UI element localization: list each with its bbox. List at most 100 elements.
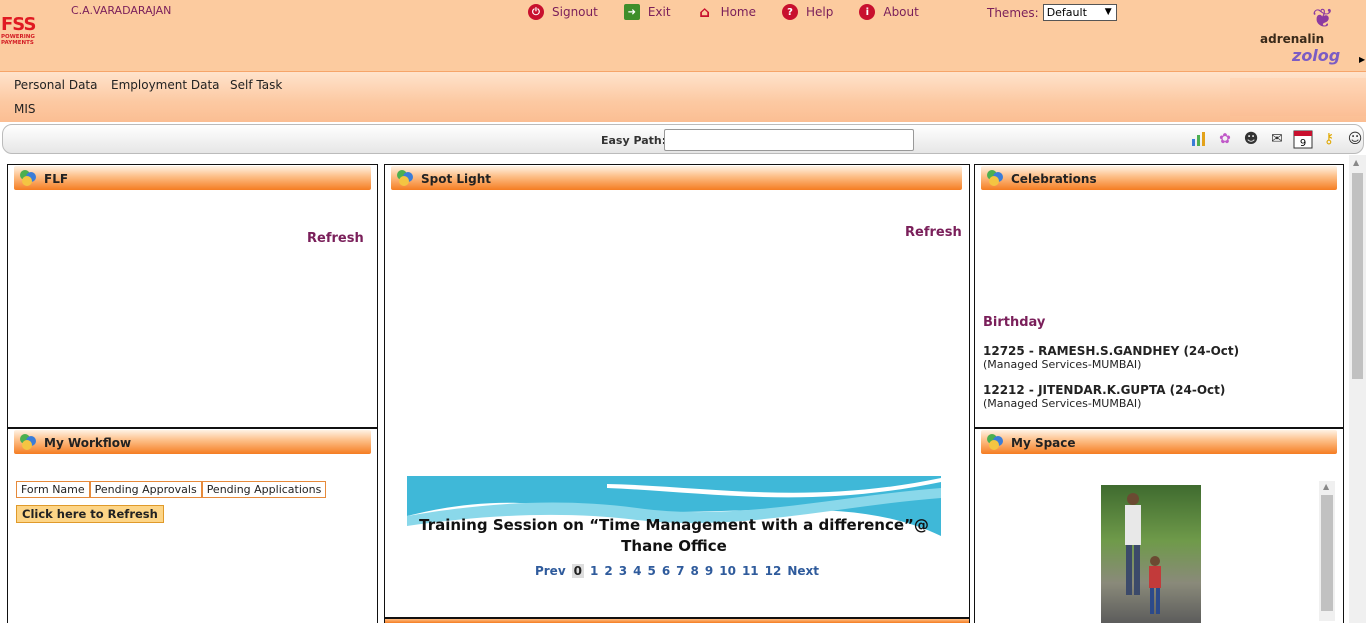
mail-icon[interactable]: ✉ xyxy=(1267,129,1287,149)
widget-icon xyxy=(20,170,36,186)
signout-label: Signout xyxy=(552,5,598,19)
pager-page[interactable]: 6 xyxy=(662,564,670,578)
help-icon: ? xyxy=(782,4,798,20)
chart-icon[interactable] xyxy=(1189,129,1209,149)
myspace-panel: My Space ▲ xyxy=(974,428,1344,623)
expand-arrow-icon[interactable]: ▶ xyxy=(1359,55,1365,64)
scroll-thumb[interactable] xyxy=(1321,495,1333,611)
photo-figures xyxy=(1125,493,1161,614)
pager-page[interactable]: 7 xyxy=(676,564,684,578)
toolbar-icons: ✿ ☻ ✉ 9 ⚷ ☺ xyxy=(1189,129,1366,149)
main-menu: Personal Data Employment Data Self Task … xyxy=(0,71,1366,122)
user-name: C.A.VARADARAJAN xyxy=(71,4,172,17)
user-icon[interactable]: ☺ xyxy=(1345,129,1365,149)
pager-next[interactable]: Next xyxy=(787,564,819,578)
exit-label: Exit xyxy=(647,5,671,19)
themes-select[interactable]: Default ▼ xyxy=(1042,4,1117,21)
top-nav: ⏻ Signout ➜ Exit ⌂ Home ? Help i About xyxy=(528,2,945,22)
banner-line1: Training Session on “Time Management wit… xyxy=(419,516,929,534)
calendar-icon[interactable]: 9 xyxy=(1293,129,1313,149)
menu-self-task[interactable]: Self Task xyxy=(230,78,282,92)
page-scrollbar[interactable]: ▲ xyxy=(1349,155,1366,623)
signout-link[interactable]: ⏻ Signout xyxy=(528,4,598,20)
themes-value: Default xyxy=(1046,6,1087,19)
next-panel-edge xyxy=(384,618,970,623)
scroll-thumb[interactable] xyxy=(1352,173,1363,379)
pager-prev[interactable]: Prev xyxy=(535,564,566,578)
adrenalin-zolog-logo: ❦ adrenalin zolog xyxy=(1258,4,1358,66)
workflow-title: My Workflow xyxy=(44,436,132,450)
home-link[interactable]: ⌂ Home xyxy=(697,3,756,21)
celebrations-title-bar: Celebrations xyxy=(981,166,1337,190)
pager-page-current[interactable]: 0 xyxy=(571,564,585,578)
column-pending-approvals: Pending Approvals xyxy=(89,481,202,498)
pager-page[interactable]: 3 xyxy=(619,564,627,578)
widget-icon xyxy=(987,434,1003,450)
calendar-day: 9 xyxy=(1300,138,1306,149)
header-bar: FSS POWERING PAYMENTS C.A.VARADARAJAN ⏻ … xyxy=(0,0,1366,71)
gear-icon[interactable]: ✿ xyxy=(1215,129,1235,149)
home-icon: ⌂ xyxy=(699,3,710,21)
flf-refresh-link[interactable]: Refresh xyxy=(307,231,364,246)
dropdown-arrow-icon: ▼ xyxy=(1104,7,1112,17)
menu-employment-data[interactable]: Employment Data xyxy=(111,78,220,92)
exit-door-icon: ➜ xyxy=(623,4,640,20)
birthday-name: 12212 - JITENDAR.K.GUPTA (24-Oct) xyxy=(983,383,1226,397)
pager-page[interactable]: 4 xyxy=(633,564,641,578)
pager-page[interactable]: 12 xyxy=(765,564,782,578)
celebrations-title: Celebrations xyxy=(1011,172,1097,186)
birthday-name: 12725 - RAMESH.S.GANDHEY (24-Oct) xyxy=(983,344,1240,358)
myspace-title-bar: My Space xyxy=(981,430,1337,454)
key-icon[interactable]: ⚷ xyxy=(1319,129,1339,149)
widget-icon xyxy=(20,434,36,450)
column-pending-applications: Pending Applications xyxy=(201,481,327,498)
menu-personal-data[interactable]: Personal Data xyxy=(14,78,97,92)
scroll-up-icon[interactable]: ▲ xyxy=(1353,158,1359,167)
home-label: Home xyxy=(720,5,756,19)
profile-photo xyxy=(1101,485,1201,623)
flf-title: FLF xyxy=(44,172,69,186)
menu-decoration xyxy=(1230,78,1366,116)
about-link[interactable]: i About xyxy=(859,4,919,20)
workflow-refresh-button[interactable]: Click here to Refresh xyxy=(16,505,164,523)
menu-mis[interactable]: MIS xyxy=(14,102,36,116)
column-form-name: Form Name xyxy=(16,481,90,498)
birthday-heading: Birthday xyxy=(983,315,1046,330)
widget-icon xyxy=(397,170,413,186)
pager-page[interactable]: 8 xyxy=(691,564,699,578)
pager-page[interactable]: 11 xyxy=(742,564,759,578)
easy-path-input[interactable] xyxy=(664,129,914,151)
fss-logo: FSS POWERING PAYMENTS xyxy=(1,16,47,56)
scroll-up-icon[interactable]: ▲ xyxy=(1323,482,1329,491)
pager-page[interactable]: 10 xyxy=(719,564,736,578)
spotlight-pager: Prev 0 1 2 3 4 5 6 7 8 9 10 11 12 Next xyxy=(385,564,969,578)
about-label: About xyxy=(883,5,919,19)
people-icon[interactable]: ☻ xyxy=(1241,129,1261,149)
banner-line2: Thane Office xyxy=(621,537,727,551)
exit-link[interactable]: ➜ Exit xyxy=(623,4,671,20)
myspace-title: My Space xyxy=(1011,436,1076,450)
workflow-title-bar: My Workflow xyxy=(14,430,371,454)
help-link[interactable]: ? Help xyxy=(782,4,833,20)
spotlight-refresh-link[interactable]: Refresh xyxy=(905,225,962,240)
logo-sub2: PAYMENTS xyxy=(1,40,34,46)
workflow-table-header: Form Name Pending Approvals Pending Appl… xyxy=(16,481,327,498)
pager-page[interactable]: 1 xyxy=(590,564,598,578)
spotlight-banner[interactable]: Training Session on “Time Management wit… xyxy=(407,476,941,551)
pager-page[interactable]: 2 xyxy=(604,564,612,578)
easy-path-bar: Easy Path: ✿ ☻ ✉ 9 ⚷ ☺ xyxy=(2,124,1364,154)
pager-page[interactable]: 9 xyxy=(705,564,713,578)
themes-label: Themes: xyxy=(987,5,1039,20)
power-icon: ⏻ xyxy=(528,4,544,20)
easy-path-label: Easy Path: xyxy=(601,134,667,147)
birthday-dept: (Managed Services-MUMBAI) xyxy=(983,358,1142,371)
birthday-dept: (Managed Services-MUMBAI) xyxy=(983,397,1142,410)
brand-bottom-text: zolog xyxy=(1292,46,1341,65)
pager-page[interactable]: 5 xyxy=(647,564,655,578)
logo-text: FSS xyxy=(1,14,36,35)
myspace-scrollbar[interactable]: ▲ xyxy=(1319,481,1335,621)
flf-title-bar: FLF xyxy=(14,166,371,190)
spotlight-title-bar: Spot Light xyxy=(391,166,962,190)
birthday-entry: 12212 - JITENDAR.K.GUPTA (24-Oct) (Manag… xyxy=(983,383,1225,410)
birthday-entry: 12725 - RAMESH.S.GANDHEY (24-Oct) (Manag… xyxy=(983,344,1239,371)
